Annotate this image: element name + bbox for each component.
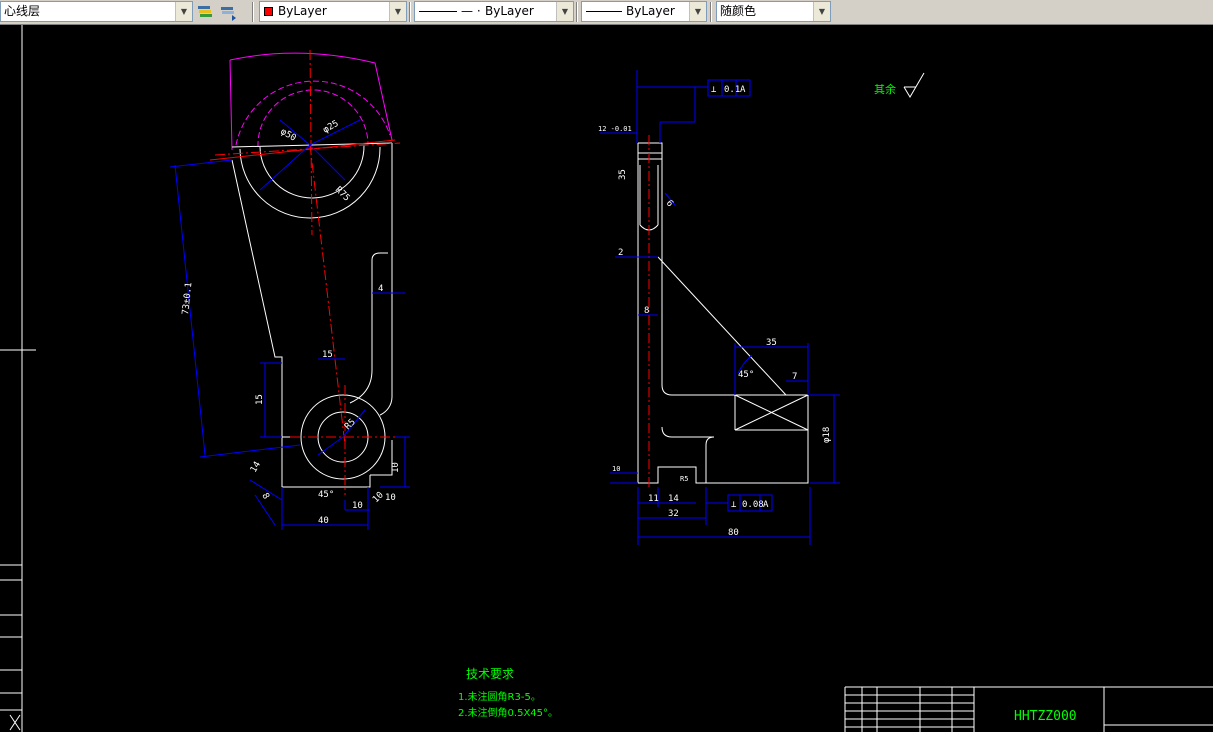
linetype-dash: — · xyxy=(461,4,481,18)
side-view: ⊥ 0.1 A ⊥ 0.08 A 12 -0.01 35 6 2 8 35 45… xyxy=(598,70,840,545)
color-swatch-icon xyxy=(264,7,273,16)
dim-depth: 10 xyxy=(371,490,386,505)
dim-boss: 15 xyxy=(322,350,333,360)
linetype-preview xyxy=(419,11,457,12)
surface-finish-text: 其余 xyxy=(874,82,896,96)
dim-angle: 45° xyxy=(318,490,334,500)
dim-center-distance: 73±0.1 xyxy=(181,282,194,315)
drawing-number: HHTZZ000 xyxy=(1014,709,1077,724)
color-combo[interactable]: ByLayer ▼ xyxy=(259,1,407,22)
layer-previous-icon[interactable] xyxy=(218,2,238,22)
layer-combo[interactable]: 心线层 ▼ xyxy=(0,1,193,22)
dim-bot1: 11 xyxy=(648,494,659,504)
tol-bot-symbol: ⊥ xyxy=(731,500,737,510)
chevron-down-icon[interactable]: ▼ xyxy=(813,2,830,21)
properties-toolbar: 心线层 ▼ ByLayer ▼ — · ByLayer ▼ ByLayer ▼ … xyxy=(0,0,1213,25)
toolbar-separator xyxy=(710,2,712,22)
front-view: 73±0.1 15 40 10 4 15 45° φ25 φ50 R75 R5 … xyxy=(169,49,410,530)
tol-bot-value: 0.08 xyxy=(742,500,764,510)
front-view-dim-text: 73±0.1 15 40 10 4 15 45° φ25 φ50 R75 R5 … xyxy=(181,119,401,526)
chevron-down-icon[interactable]: ▼ xyxy=(175,2,192,21)
dim-height: 15 xyxy=(255,394,265,405)
side-view-dim-text: 12 -0.01 35 6 2 8 35 45° 7 φ18 11 14 32 … xyxy=(598,125,832,538)
tol-top-datum: A xyxy=(740,85,746,95)
dim-depth: 6 xyxy=(664,199,675,210)
dim-bot-left: 8 xyxy=(259,492,270,502)
dim-big: φ50 xyxy=(279,127,298,144)
dim-top: 35 xyxy=(618,169,628,180)
drawing-canvas[interactable]: 73±0.1 15 40 10 4 15 45° φ25 φ50 R75 R5 … xyxy=(0,25,1213,732)
dim-bottom-offset: 10 xyxy=(352,501,363,511)
dim-total: 80 xyxy=(728,528,739,538)
dim-bot-h: 10 xyxy=(612,465,620,473)
linetype-combo-value: ByLayer xyxy=(485,4,534,18)
surface-finish-icon xyxy=(903,72,925,98)
plotstyle-combo[interactable]: 随颜色 ▼ xyxy=(716,1,831,22)
dim-ht: 10 xyxy=(391,462,401,473)
dim-side: 4 xyxy=(378,284,383,294)
dimension-lines xyxy=(169,119,410,530)
toolbar-separator xyxy=(252,2,254,22)
dim-angle: 45° xyxy=(738,370,754,380)
dim-bot3: 32 xyxy=(668,509,679,519)
layer-combo-value: 心线层 xyxy=(4,4,41,18)
chevron-down-icon[interactable]: ▼ xyxy=(689,2,706,21)
lineweight-preview xyxy=(586,11,622,12)
dim-bore: φ25 xyxy=(322,119,341,136)
dim-bot2: 14 xyxy=(668,494,679,504)
tol-top-symbol: ⊥ xyxy=(711,85,717,95)
chevron-down-icon[interactable]: ▼ xyxy=(556,2,573,21)
linetype-combo[interactable]: — · ByLayer ▼ xyxy=(414,1,574,22)
dim-gap: 2 xyxy=(618,248,623,258)
cad-drawing[interactable]: 73±0.1 15 40 10 4 15 45° φ25 φ50 R75 R5 … xyxy=(0,25,1213,732)
chevron-down-icon[interactable]: ▼ xyxy=(389,2,406,21)
surface-finish-note: 其余 xyxy=(874,72,925,98)
tol-top-value: 0.1 xyxy=(724,85,740,95)
tech-req-item-2: 2.未注倒角0.5X45°。 xyxy=(458,706,558,719)
tolerance-frame-top: ⊥ 0.1 A xyxy=(707,79,751,97)
dimension-lines xyxy=(600,70,840,545)
left-frame xyxy=(0,25,36,732)
dim-bot-side: 10 xyxy=(385,493,396,503)
tech-req-item-1: 1.未注圆角R3-5。 xyxy=(458,690,541,703)
tech-requirements: 技术要求 1.未注圆角R3-5。 2.未注倒角0.5X45°。 xyxy=(458,667,558,719)
dim-arc: R75 xyxy=(333,185,352,204)
part-outline xyxy=(637,142,809,484)
dim-width: 40 xyxy=(318,516,329,526)
dim-bot-rad: R5 xyxy=(680,475,688,483)
tech-req-title: 技术要求 xyxy=(466,667,514,681)
lineweight-combo[interactable]: ByLayer ▼ xyxy=(581,1,707,22)
dim-edge: 14 xyxy=(249,460,263,474)
layer-states-icon[interactable] xyxy=(195,2,215,22)
dim-rib: 35 xyxy=(766,338,777,348)
plotstyle-combo-value: 随颜色 xyxy=(720,4,757,18)
dim-block: φ18 xyxy=(822,427,832,443)
tolerance-frame-bottom: ⊥ 0.08 A xyxy=(727,494,773,512)
tol-bot-datum: A xyxy=(763,500,769,510)
toolbar-separator xyxy=(409,2,411,22)
title-block: HHTZZ000 xyxy=(844,686,1213,732)
dim-top-tol: 12 -0.01 xyxy=(598,125,632,133)
color-combo-value: ByLayer xyxy=(278,4,327,18)
lineweight-combo-value: ByLayer xyxy=(626,4,675,18)
dim-thick: 8 xyxy=(644,306,649,316)
toolbar-separator xyxy=(576,2,578,22)
dim-small: 7 xyxy=(792,372,797,382)
